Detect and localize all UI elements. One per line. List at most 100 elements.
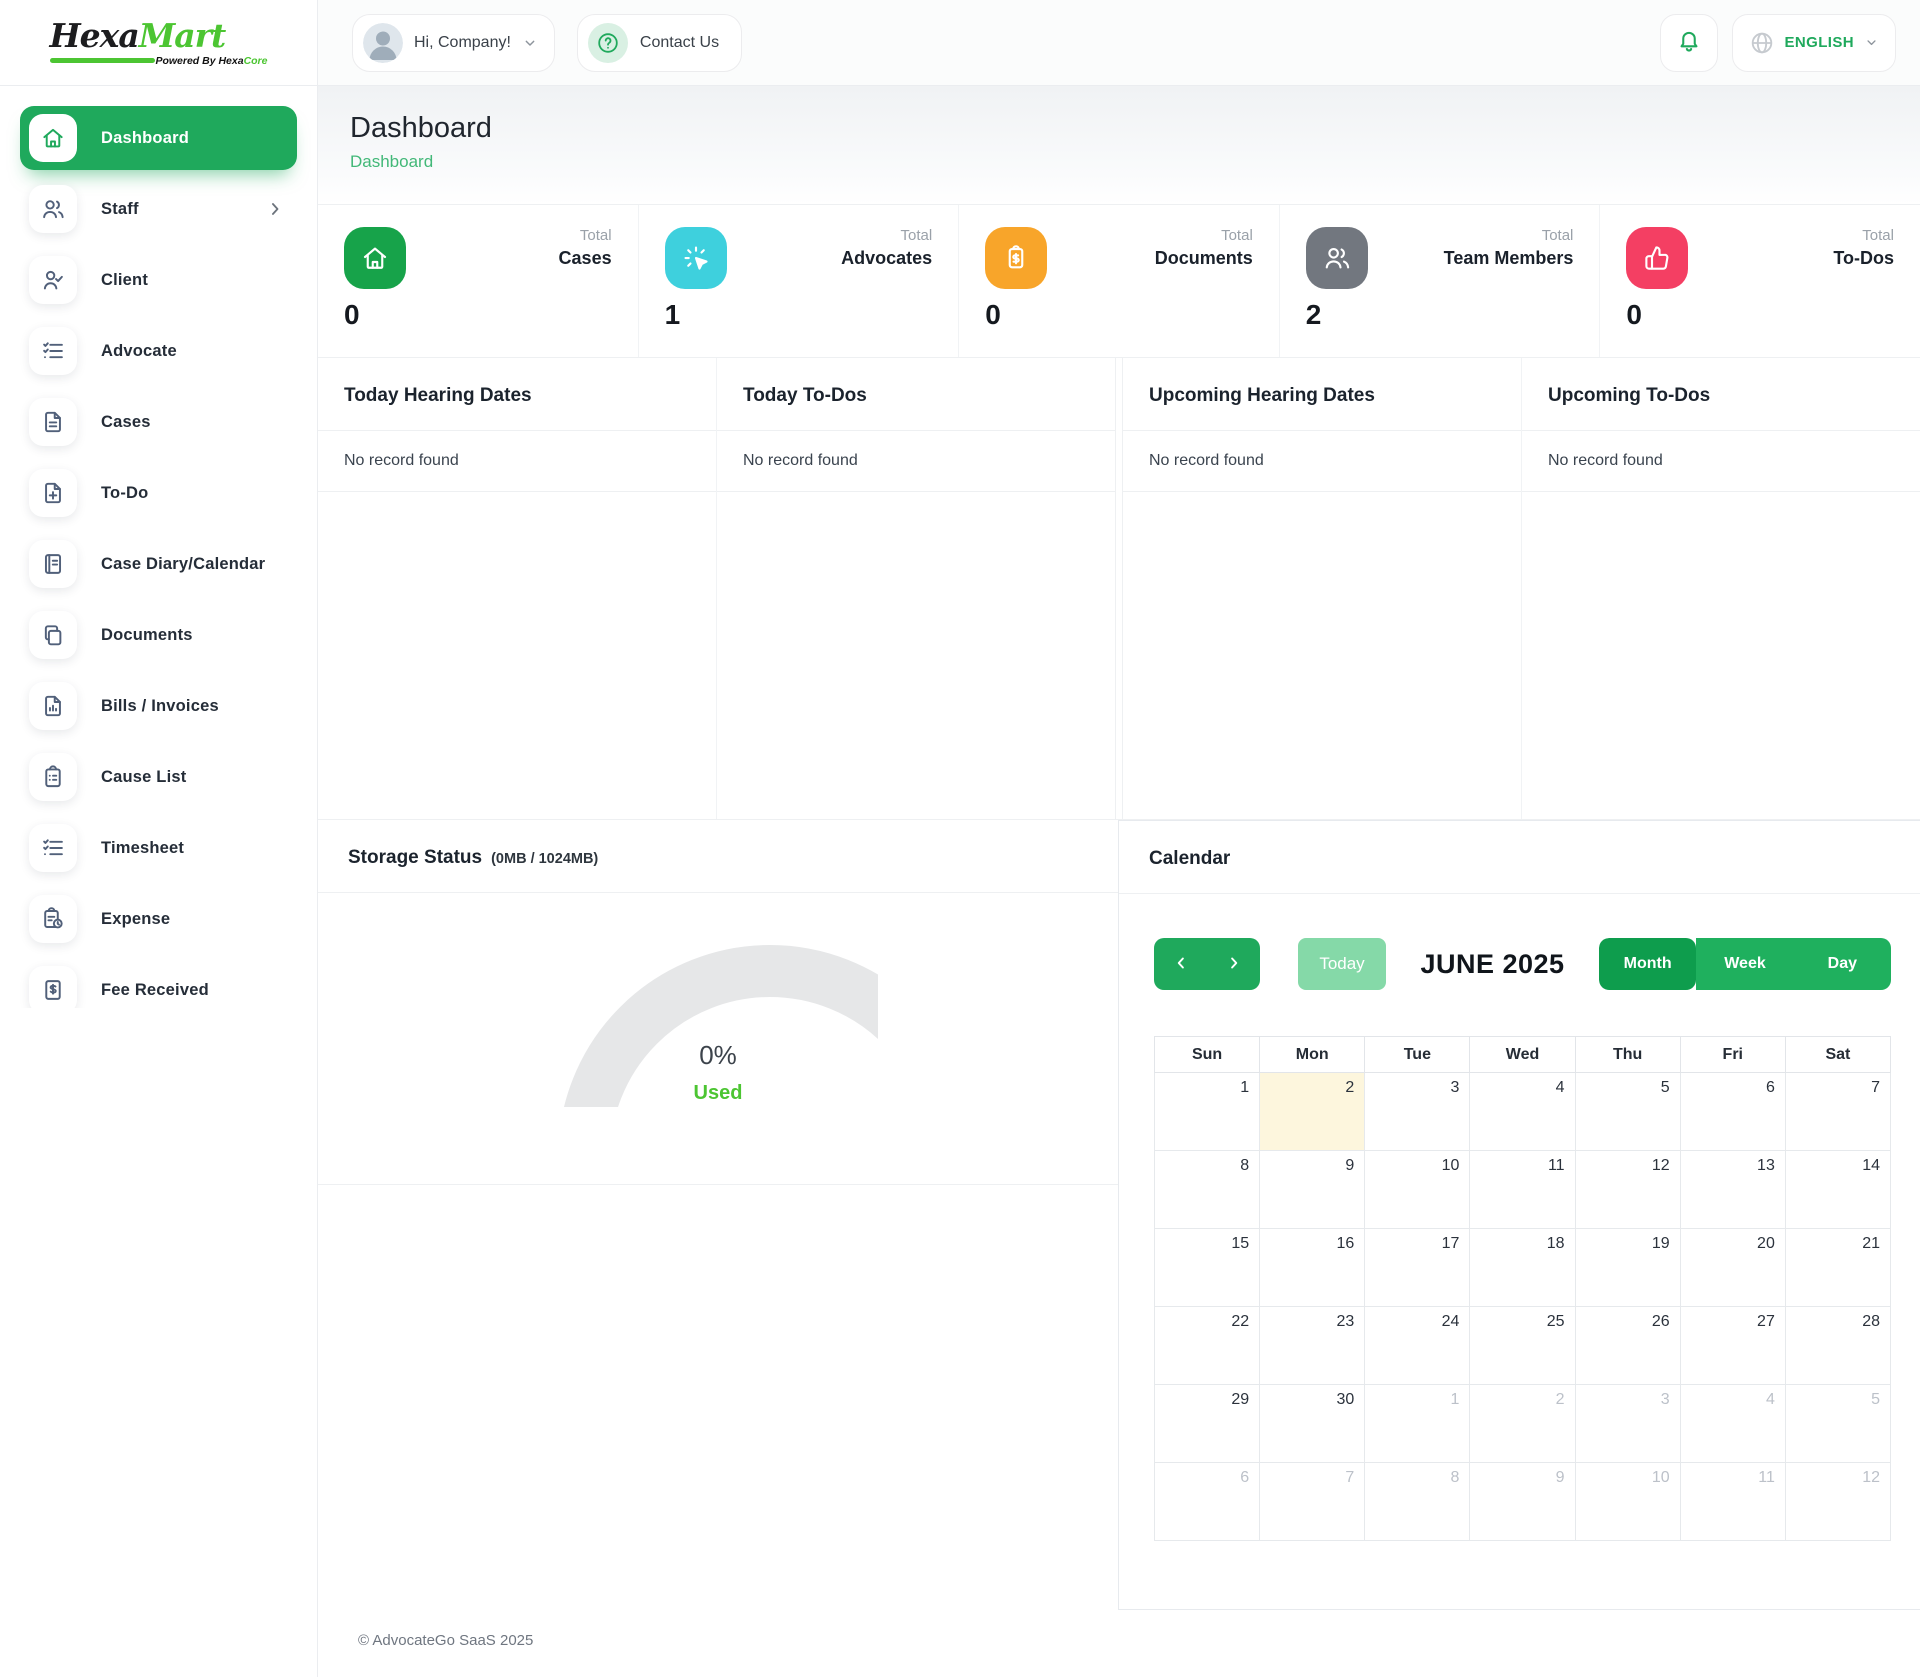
stat-card-team-members: TotalTeam Members2 (1279, 205, 1600, 357)
user-menu-button[interactable]: Hi, Company! (352, 14, 555, 72)
calendar-day-cell[interactable]: 12 (1785, 1463, 1890, 1541)
chevron-down-icon (1864, 35, 1879, 50)
calendar-weekday-tue: Tue (1365, 1037, 1470, 1073)
calendar-day-cell[interactable]: 3 (1575, 1385, 1680, 1463)
logo-part-accent: Mart (139, 16, 226, 55)
storage-gauge-labels: 0% Used (558, 1040, 878, 1105)
calendar-weekday-sun: Sun (1155, 1037, 1260, 1073)
calendar-today-button[interactable]: Today (1298, 938, 1386, 990)
calendar-view-week-button[interactable]: Week (1696, 938, 1793, 990)
calendar-view-month-button[interactable]: Month (1599, 938, 1696, 990)
calendar-day-cell[interactable]: 11 (1470, 1151, 1575, 1229)
calendar-header: Calendar (1119, 821, 1920, 894)
footer: © AdvocateGo SaaS 2025 (318, 1610, 1920, 1649)
sidebar-item-client[interactable]: Client (20, 248, 297, 312)
panel-today-to-dos: Today To-DosNo record found (716, 358, 1115, 819)
stat-card-meta: TotalAdvocates (841, 227, 932, 269)
sidebar-item-bills-invoices[interactable]: Bills / Invoices (20, 674, 297, 738)
logo-tagline: Powered By HexaCore (155, 55, 267, 67)
calendar-day-cell[interactable]: 17 (1365, 1229, 1470, 1307)
app-logo[interactable]: HexaMart Powered By HexaCore (50, 19, 268, 67)
calendar-day-cell[interactable]: 12 (1575, 1151, 1680, 1229)
calendar-day-cell[interactable]: 19 (1575, 1229, 1680, 1307)
calendar-day-cell[interactable]: 9 (1470, 1463, 1575, 1541)
home-icon (29, 114, 77, 162)
stat-total-label: Total (559, 227, 612, 244)
calendar-week-row: 15161718192021 (1155, 1229, 1891, 1307)
calendar-day-cell[interactable]: 30 (1260, 1385, 1365, 1463)
calendar-day-cell[interactable]: 23 (1260, 1307, 1365, 1385)
sidebar-item-label: To-Do (101, 484, 148, 503)
panel-empty-message: No record found (318, 431, 716, 492)
sidebar-item-advocate[interactable]: Advocate (20, 319, 297, 383)
notifications-button[interactable] (1660, 14, 1718, 72)
stat-card-value: 0 (985, 299, 1253, 331)
calendar-day-cell[interactable]: 20 (1680, 1229, 1785, 1307)
sidebar-item-cases[interactable]: Cases (20, 390, 297, 454)
calendar-day-cell[interactable]: 1 (1365, 1385, 1470, 1463)
calendar-day-cell[interactable]: 10 (1575, 1463, 1680, 1541)
sidebar-item-timesheet[interactable]: Timesheet (20, 816, 297, 880)
calendar-day-cell[interactable]: 22 (1155, 1307, 1260, 1385)
calendar-day-cell[interactable]: 2 (1470, 1385, 1575, 1463)
calendar-day-cell[interactable]: 7 (1785, 1073, 1890, 1151)
sidebar-item-dashboard[interactable]: Dashboard (20, 106, 297, 170)
calendar-prev-button[interactable] (1154, 938, 1207, 990)
calendar-next-button[interactable] (1207, 938, 1260, 990)
calendar-day-cell[interactable]: 5 (1575, 1073, 1680, 1151)
logo-underline-row: Powered By HexaCore (50, 55, 268, 67)
calendar-day-cell[interactable]: 10 (1365, 1151, 1470, 1229)
calendar-day-cell[interactable]: 29 (1155, 1385, 1260, 1463)
calendar-day-cell[interactable]: 6 (1155, 1463, 1260, 1541)
calendar-week-row: 1234567 (1155, 1073, 1891, 1151)
contact-us-button[interactable]: Contact Us (577, 14, 742, 72)
calendar-day-cell[interactable]: 4 (1470, 1073, 1575, 1151)
calendar-month-label: JUNE 2025 (1386, 949, 1599, 980)
calendar-day-cell[interactable]: 8 (1155, 1151, 1260, 1229)
calendar-day-cell[interactable]: 28 (1785, 1307, 1890, 1385)
sidebar: Dashboard Staff Client Advocate Cases To-Do Ca… (0, 86, 318, 1677)
sidebar-item-cause-list[interactable]: Cause List (20, 745, 297, 809)
page-header: Dashboard Dashboard (318, 86, 1920, 204)
calendar-day-cell[interactable]: 24 (1365, 1307, 1470, 1385)
panel-title: Upcoming Hearing Dates (1149, 385, 1375, 406)
stat-card-top: TotalAdvocates (665, 227, 933, 289)
calendar-day-cell[interactable]: 13 (1680, 1151, 1785, 1229)
calendar-day-cell[interactable]: 18 (1470, 1229, 1575, 1307)
calendar-day-cell[interactable]: 25 (1470, 1307, 1575, 1385)
calendar-day-cell[interactable]: 27 (1680, 1307, 1785, 1385)
sidebar-item-expense[interactable]: Expense (20, 887, 297, 951)
calendar-day-cell[interactable]: 6 (1680, 1073, 1785, 1151)
sidebar-item-case-diary-calendar[interactable]: Case Diary/Calendar (20, 532, 297, 596)
help-icon (588, 23, 628, 63)
click-icon (665, 227, 727, 289)
calendar-day-cell[interactable]: 15 (1155, 1229, 1260, 1307)
stat-card-name: Cases (559, 248, 612, 269)
calendar-day-cell[interactable]: 3 (1365, 1073, 1470, 1151)
calendar-day-cell[interactable]: 1 (1155, 1073, 1260, 1151)
language-selector[interactable]: ENGLISH (1732, 14, 1896, 72)
sidebar-item-staff[interactable]: Staff (20, 177, 297, 241)
file-plus-icon (29, 469, 77, 517)
calendar-day-cell[interactable]: 16 (1260, 1229, 1365, 1307)
calendar-day-cell[interactable]: 9 (1260, 1151, 1365, 1229)
sidebar-item-documents[interactable]: Documents (20, 603, 297, 667)
storage-used-label: Used (558, 1082, 878, 1105)
calendar-day-cell[interactable]: 4 (1680, 1385, 1785, 1463)
calendar-day-cell[interactable]: 5 (1785, 1385, 1890, 1463)
sidebar-item-label: Expense (101, 910, 170, 929)
sidebar-item-to-do[interactable]: To-Do (20, 461, 297, 525)
calendar-day-cell[interactable]: 14 (1785, 1151, 1890, 1229)
stat-card-cases: TotalCases0 (318, 205, 638, 357)
calendar-day-cell[interactable]: 21 (1785, 1229, 1890, 1307)
calendar-grid: SunMonTueWedThuFriSat 123456789101112131… (1154, 1036, 1891, 1541)
storage-status-title: Storage Status (348, 847, 482, 869)
calendar-day-cell[interactable]: 11 (1680, 1463, 1785, 1541)
calendar-view-day-button[interactable]: Day (1794, 938, 1891, 990)
sidebar-item-fee-received[interactable]: Fee Received (20, 958, 297, 1008)
calendar-day-cell[interactable]: 7 (1260, 1463, 1365, 1541)
calendar-day-cell[interactable]: 26 (1575, 1307, 1680, 1385)
calendar-day-cell[interactable]: 2 (1260, 1073, 1365, 1151)
breadcrumb[interactable]: Dashboard (350, 152, 433, 172)
calendar-day-cell[interactable]: 8 (1365, 1463, 1470, 1541)
